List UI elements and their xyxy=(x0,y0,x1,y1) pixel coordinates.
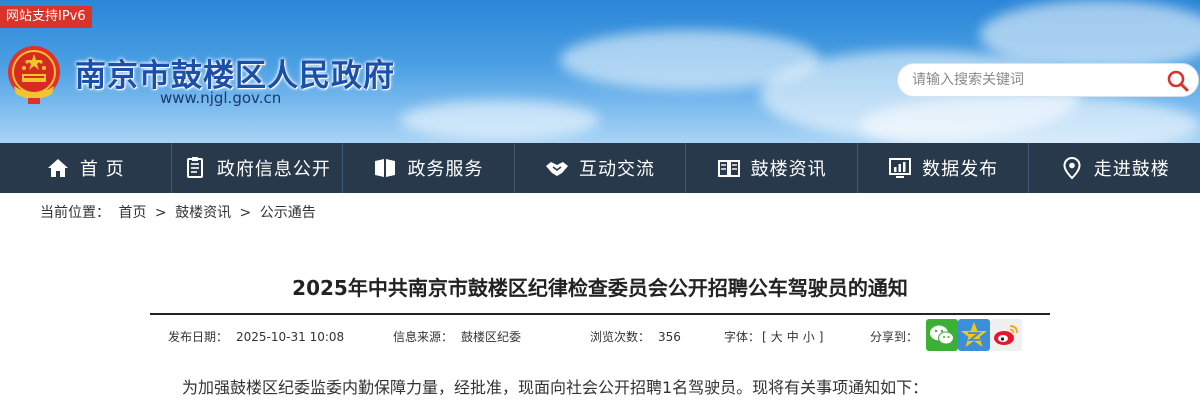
font-size-label: 字体： xyxy=(724,330,761,344)
search-icon[interactable] xyxy=(1166,69,1190,93)
breadcrumb-separator: > xyxy=(239,205,252,221)
nav-item-label: 互动交流 xyxy=(579,159,656,180)
national-emblem-icon xyxy=(8,46,60,104)
publish-date-meta: 发布日期： 2025-10-31 10:08 xyxy=(168,328,344,345)
font-size-bracket-open: [ xyxy=(762,330,767,344)
handshake-icon xyxy=(546,162,569,176)
views-label: 浏览次数： xyxy=(590,330,651,344)
news-icon xyxy=(717,160,740,177)
nav-item-interaction[interactable]: 互动交流 xyxy=(515,143,687,193)
nav-item-visit-gulou[interactable]: 走进鼓楼 xyxy=(1029,143,1200,193)
source-label: 信息来源： xyxy=(393,330,454,344)
nav-item-label: 数据发布 xyxy=(922,159,999,180)
nav-item-label: 政府信息公开 xyxy=(216,159,331,180)
wechat-icon[interactable] xyxy=(926,319,958,351)
header-banner: 网站支持IPv6 南京市鼓楼区人民政府 www.njgl.gov.cn xyxy=(0,0,1200,143)
document-icon xyxy=(186,157,203,178)
nav-item-home[interactable]: 首 页 xyxy=(0,143,172,193)
breadcrumb-home[interactable]: 首页 xyxy=(118,205,146,221)
chart-icon xyxy=(889,158,912,178)
qzone-icon[interactable] xyxy=(958,319,990,351)
search-box xyxy=(897,63,1199,97)
breadcrumb: 当前位置： 首页 > 鼓楼资讯 > 公示通告 xyxy=(40,202,320,222)
nav-item-gulou-news[interactable]: 鼓楼资讯 xyxy=(686,143,858,193)
book-icon xyxy=(375,159,396,177)
publish-date-label: 发布日期： xyxy=(168,330,229,344)
title-divider xyxy=(150,313,1050,315)
font-size-medium-button[interactable]: 中 xyxy=(787,330,799,344)
nav-item-label: 走进鼓楼 xyxy=(1093,159,1170,180)
breadcrumb-gulou-news[interactable]: 鼓楼资讯 xyxy=(175,205,231,221)
source-meta: 信息来源： 鼓楼区纪委 xyxy=(393,328,521,345)
article-title: 2025年中共南京市鼓楼区纪律检查委员会公开招聘公车驾驶员的通知 xyxy=(292,276,908,300)
search-input[interactable] xyxy=(912,64,1152,96)
breadcrumb-prefix: 当前位置： xyxy=(40,205,110,221)
nav-item-gov-services[interactable]: 政务服务 xyxy=(343,143,515,193)
breadcrumb-separator: > xyxy=(154,205,167,221)
article-intro: 为加强鼓楼区纪委监委内勤保障力量，经批准，现面向社会公开招聘1名驾驶员。现将有关… xyxy=(182,378,929,397)
nav-item-label: 政务服务 xyxy=(407,159,484,180)
source-value: 鼓楼区纪委 xyxy=(461,330,522,344)
weibo-icon[interactable] xyxy=(990,319,1022,351)
breadcrumb-notices[interactable]: 公示通告 xyxy=(260,205,316,221)
font-size-large-button[interactable]: 大 xyxy=(771,330,783,344)
site-domain: www.njgl.gov.cn xyxy=(160,89,282,107)
location-pin-icon xyxy=(1063,156,1081,180)
ipv6-badge: 网站支持IPv6 xyxy=(0,6,92,28)
nav-item-data-release[interactable]: 数据发布 xyxy=(858,143,1030,193)
views-meta: 浏览次数： 356 xyxy=(590,328,681,345)
font-size-control: 字体：[ 大中小] xyxy=(724,328,825,345)
nav-item-label: 首 页 xyxy=(79,159,125,180)
main-nav: 首 页 政府信息公开 政务服务 互动交流 鼓楼资讯 数据发布 走进鼓楼 xyxy=(0,143,1200,193)
home-icon xyxy=(47,159,68,177)
font-size-bracket-close: ] xyxy=(818,330,824,344)
views-value: 356 xyxy=(658,330,681,344)
nav-item-gov-info[interactable]: 政府信息公开 xyxy=(172,143,344,193)
share-label: 分享到： xyxy=(870,330,919,344)
nav-item-label: 鼓楼资讯 xyxy=(750,159,827,180)
publish-date-value: 2025-10-31 10:08 xyxy=(236,330,345,344)
cloud-decoration xyxy=(400,100,600,140)
font-size-small-button[interactable]: 小 xyxy=(803,330,815,344)
